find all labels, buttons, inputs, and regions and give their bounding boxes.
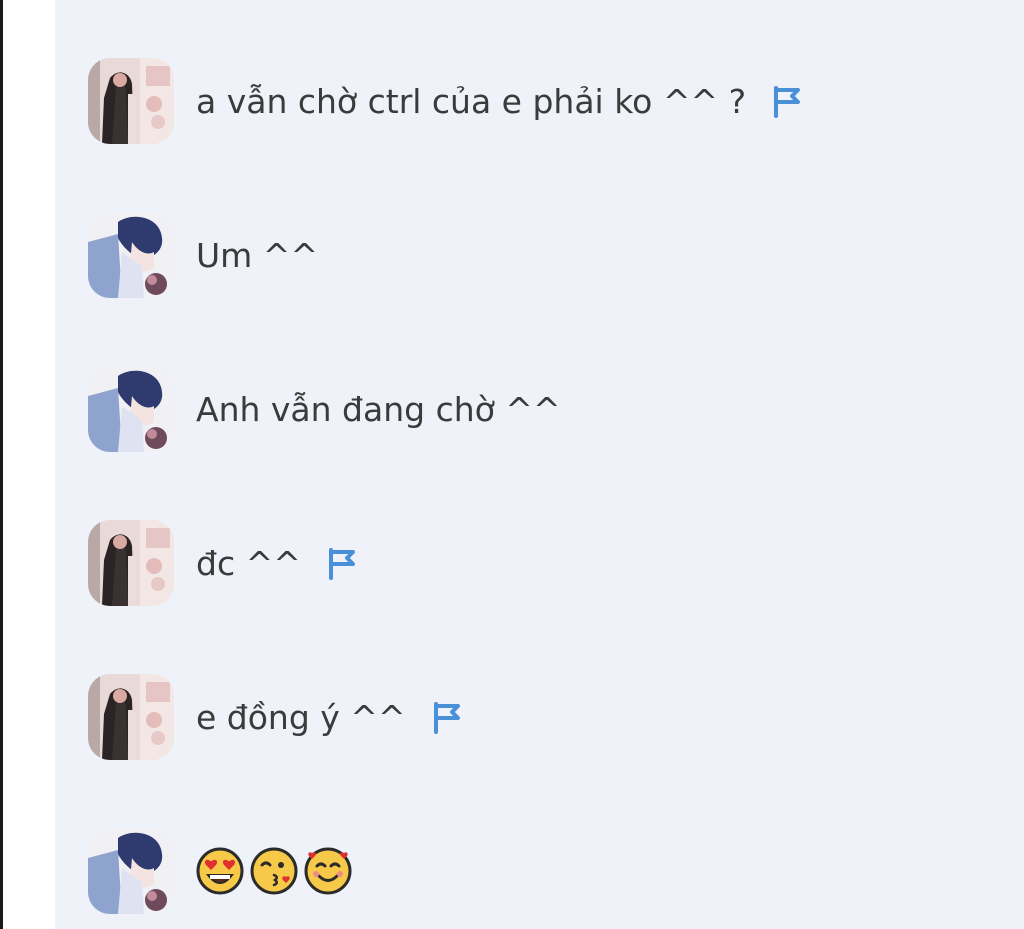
left-gutter	[3, 0, 55, 929]
chat-message: e đồng ý ^^	[88, 672, 464, 762]
heart-eyes-emoji	[196, 847, 244, 895]
kissing-wink-emoji	[250, 847, 298, 895]
chat-message: Anh vẫn đang chờ ^^	[88, 364, 561, 454]
flag-icon[interactable]	[430, 700, 464, 734]
girl-avatar[interactable]	[88, 520, 174, 606]
boy-avatar[interactable]	[88, 828, 174, 914]
boy-avatar[interactable]	[88, 366, 174, 452]
message-text: Anh vẫn đang chờ ^^	[196, 389, 561, 429]
message-text: e đồng ý ^^	[196, 697, 406, 737]
boy-avatar[interactable]	[88, 212, 174, 298]
chat-message: đc ^^	[88, 518, 359, 608]
smiling-hearts-emoji	[304, 847, 352, 895]
flag-icon[interactable]	[770, 84, 804, 118]
chat-message: a vẫn chờ ctrl của e phải ko ^^ ?	[88, 56, 804, 146]
girl-avatar[interactable]	[88, 674, 174, 760]
flag-icon[interactable]	[325, 546, 359, 580]
girl-avatar[interactable]	[88, 58, 174, 144]
chat-message	[88, 826, 352, 916]
chat-message: Um ^^	[88, 210, 318, 300]
emoji-row	[196, 847, 352, 895]
message-text: a vẫn chờ ctrl của e phải ko ^^ ?	[196, 81, 747, 121]
message-text: đc ^^	[196, 543, 301, 583]
chat-message-list[interactable]: a vẫn chờ ctrl của e phải ko ^^ ? Um ^^	[55, 0, 1024, 929]
message-text: Um ^^	[196, 235, 319, 275]
